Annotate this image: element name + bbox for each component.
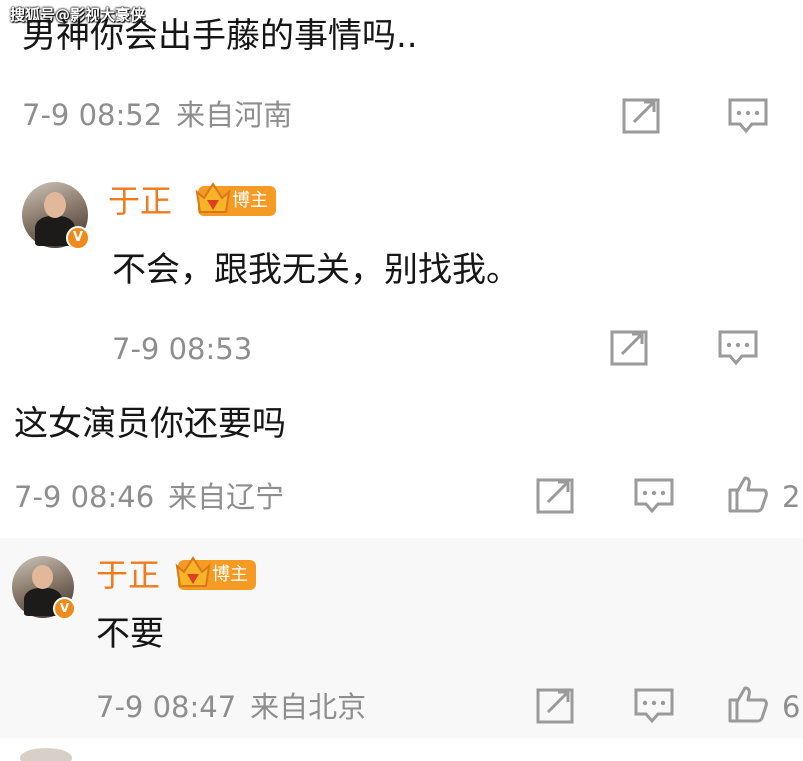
comment-icon[interactable] [716,328,760,368]
comment-time: 7-9 08:52 [22,98,163,132]
share-icon[interactable] [608,328,652,368]
crown-icon [195,182,231,213]
reply-meta: 7-9 08:53 [112,332,252,366]
comment-icon[interactable] [632,686,676,726]
comment-time: 7-9 08:46 [14,480,155,514]
host-badge-label: 博主 [212,564,248,585]
like-count: 2 [782,480,801,514]
crown-icon [175,556,211,587]
author-name[interactable]: 于正 [96,556,160,594]
comment-location: 来自河南 [176,98,293,132]
share-icon[interactable] [534,686,578,726]
like-icon[interactable] [726,684,770,724]
comment-text: 这女演员你还要吗 [14,404,286,444]
reply-meta: 7-9 08:47 来自北京 [96,690,366,724]
comment-text: 男神你会出手藤的事情吗.. [22,16,418,56]
host-badge-label: 博主 [232,190,268,211]
avatar[interactable]: V [12,556,76,620]
reply-time: 7-9 08:53 [112,332,253,366]
author-name[interactable]: 于正 [108,182,172,220]
host-badge: 博主 [195,182,276,216]
reply-time: 7-9 08:47 [96,690,237,724]
comment-icon[interactable] [632,476,676,516]
comment-icon[interactable] [726,96,770,136]
comment-meta: 7-9 08:52 来自河南 [22,98,292,132]
host-badge: 博主 [175,556,256,590]
avatar[interactable] [20,748,72,761]
share-icon[interactable] [534,476,578,516]
comment-meta: 7-9 08:46 来自辽宁 [14,480,284,514]
like-icon[interactable] [726,474,770,514]
comment-location: 来自辽宁 [168,480,285,514]
reply-text: 不会，跟我无关，别找我。 [112,250,520,290]
verified-badge: V [66,226,90,250]
reply-text: 不要 [96,614,164,654]
avatar[interactable]: V [22,182,90,250]
reply-location: 来自北京 [250,690,367,724]
verified-badge: V [53,597,76,620]
like-count: 6 [782,690,801,724]
share-icon[interactable] [620,96,664,136]
